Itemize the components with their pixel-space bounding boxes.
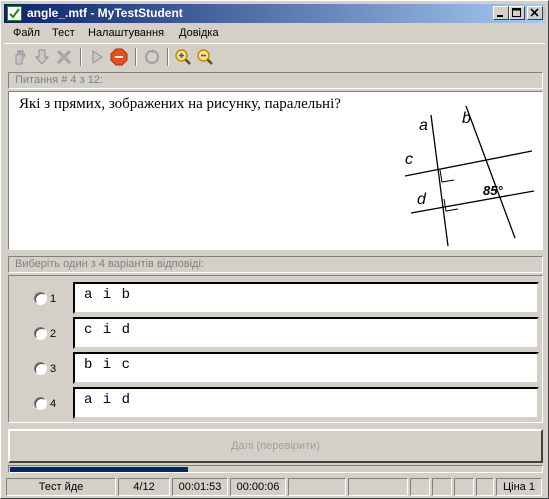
title-bar[interactable]: angle_.mtf - MyTestStudent — [4, 4, 545, 23]
status-bar: Тест йде 4/12 00:01:53 00:00:06 Ціна 1 — [4, 478, 545, 496]
option-number: 4 — [50, 398, 57, 410]
answer-option-2[interactable]: c i d — [73, 317, 539, 349]
label-b: b — [462, 110, 471, 127]
status-elapsed-time: 00:01:53 — [172, 478, 228, 496]
radio-option-3[interactable] — [34, 362, 47, 375]
toolbar-separator — [80, 48, 82, 66]
option-number: 1 — [50, 293, 57, 305]
status-price: Ціна 1 — [496, 478, 542, 496]
progress-fill — [10, 467, 188, 472]
status-empty-panel — [348, 478, 408, 496]
question-panel: Які з прямих, зображених на рисунку, пар… — [8, 91, 543, 250]
menu-test[interactable]: Тест — [52, 27, 75, 39]
question-figure: a b c d 85° — [404, 105, 535, 247]
answer-option-3[interactable]: b i c — [73, 352, 539, 384]
minimize-icon — [497, 15, 503, 17]
question-header: Питання # 4 з 12: — [8, 72, 543, 89]
question-text: Які з прямих, зображених на рисунку, пар… — [19, 96, 341, 112]
toolbar-separator — [167, 48, 169, 66]
status-counter: 4/12 — [118, 478, 170, 496]
close-button[interactable] — [527, 6, 543, 20]
toolbar-separator — [135, 48, 137, 66]
option-number: 2 — [50, 328, 57, 340]
answers-header: Виберіть один з 4 варіантів відповіді: — [8, 256, 543, 273]
answers-panel: 1 a i b 2 c i d 3 b i c 4 a i d — [8, 275, 543, 423]
radio-option-4[interactable] — [34, 397, 47, 410]
maximize-button[interactable] — [509, 6, 525, 20]
status-empty-panel — [410, 478, 430, 496]
toolbar — [4, 43, 545, 69]
answer-text: a i d — [84, 392, 132, 408]
angle-label: 85° — [483, 183, 503, 198]
answer-option-4[interactable]: a i d — [73, 387, 539, 419]
label-a: a — [419, 117, 428, 134]
answer-text: b i c — [84, 357, 132, 373]
status-empty-panel — [454, 478, 474, 496]
label-c: c — [405, 151, 413, 168]
menu-bar: Файл Тест Налаштування Довідка — [4, 24, 545, 42]
line-c — [404, 150, 533, 177]
status-empty-panel — [288, 478, 346, 496]
maximize-icon — [512, 8, 521, 17]
app-icon — [7, 6, 22, 21]
menu-file[interactable]: Файл — [13, 27, 40, 39]
status-empty-panel — [432, 478, 452, 496]
status-state: Тест йде — [6, 478, 116, 496]
radio-option-1[interactable] — [34, 292, 47, 305]
test-progress-bar — [8, 465, 543, 473]
right-angle-mark — [439, 169, 455, 183]
menu-help[interactable]: Довідка — [179, 27, 219, 39]
play-icon[interactable] — [88, 48, 106, 66]
zoom-out-icon[interactable] — [196, 48, 214, 66]
answer-text: a i b — [84, 287, 132, 303]
refresh-icon[interactable] — [143, 48, 161, 66]
line-a — [430, 114, 449, 247]
status-empty-panel — [476, 478, 494, 496]
line-b — [465, 105, 516, 239]
down-arrow-icon[interactable] — [33, 48, 51, 66]
cross-icon[interactable] — [55, 48, 73, 66]
menu-settings[interactable]: Налаштування — [88, 27, 164, 39]
window-title: angle_.mtf - MyTestStudent — [27, 6, 183, 20]
answer-text: c i d — [84, 322, 132, 338]
app-window: angle_.mtf - MyTestStudent Файл Тест Нал… — [0, 0, 549, 499]
status-question-time: 00:00:06 — [230, 478, 286, 496]
close-icon — [530, 8, 539, 17]
line-d — [410, 190, 535, 214]
answer-option-1[interactable]: a i b — [73, 282, 539, 314]
option-number: 3 — [50, 363, 57, 375]
next-check-button[interactable]: Далі (перевірити) — [8, 429, 543, 463]
zoom-in-icon[interactable] — [174, 48, 192, 66]
label-d: d — [417, 191, 427, 208]
stop-icon[interactable] — [110, 48, 128, 66]
radio-option-2[interactable] — [34, 327, 47, 340]
minimize-button[interactable] — [493, 6, 509, 20]
hand-icon[interactable] — [11, 48, 29, 66]
